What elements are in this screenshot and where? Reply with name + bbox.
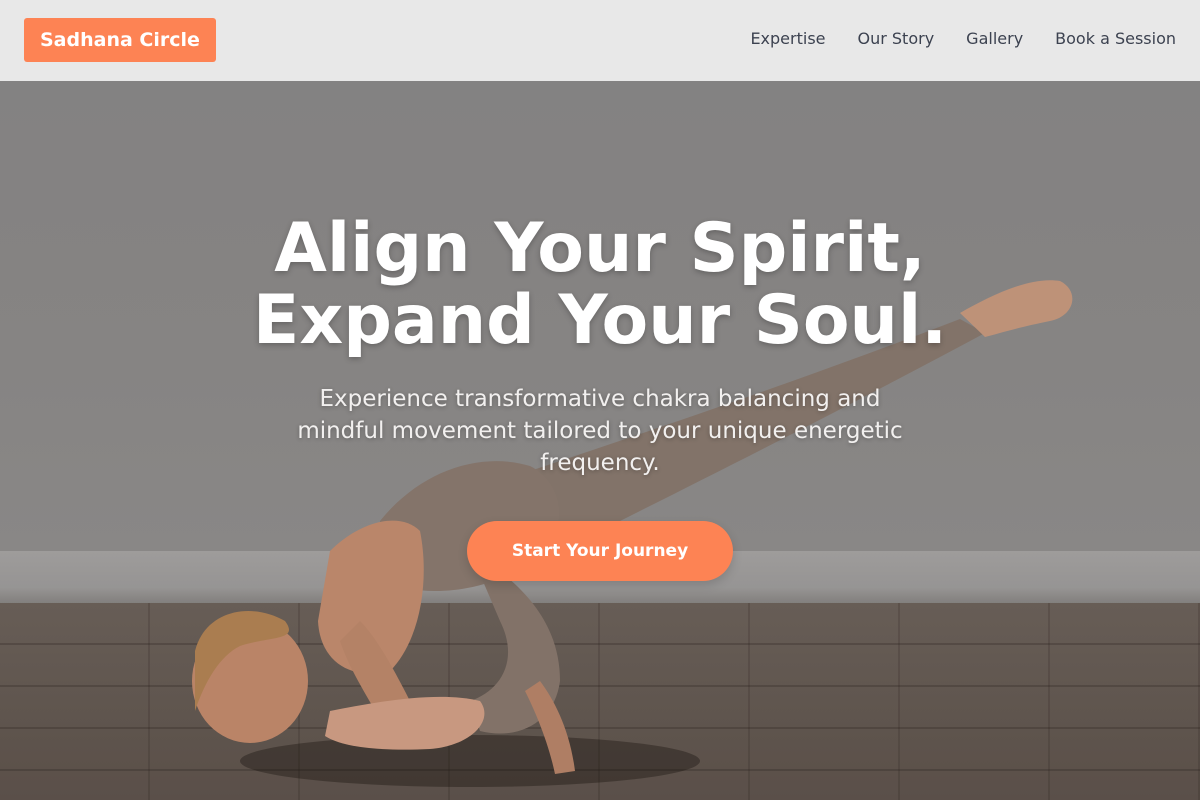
hero-subtext: Experience transformative chakra balanci… xyxy=(297,386,903,476)
nav-link-expertise[interactable]: Expertise xyxy=(750,28,825,50)
hero-headline: Align Your Spirit, Expand Your Soul. xyxy=(150,213,1050,357)
nav-link-book-a-session[interactable]: Book a Session xyxy=(1055,28,1176,50)
nav-link-our-story[interactable]: Our Story xyxy=(858,28,935,50)
hero-content: Align Your Spirit, Expand Your Soul. Exp… xyxy=(0,81,1200,581)
start-journey-button[interactable]: Start Your Journey xyxy=(467,521,733,581)
site-header: Sadhana Circle Expertise Our Story Galle… xyxy=(0,0,1200,81)
landing-page: Sadhana Circle Expertise Our Story Galle… xyxy=(0,0,1200,800)
hero-headline-line-2: Expand Your Soul. xyxy=(252,281,948,360)
main-nav: Expertise Our Story Gallery Book a Sessi… xyxy=(750,28,1176,50)
hero-headline-line-1: Align Your Spirit, xyxy=(274,209,926,288)
logo-button[interactable]: Sadhana Circle xyxy=(24,18,216,62)
nav-link-gallery[interactable]: Gallery xyxy=(966,28,1023,50)
